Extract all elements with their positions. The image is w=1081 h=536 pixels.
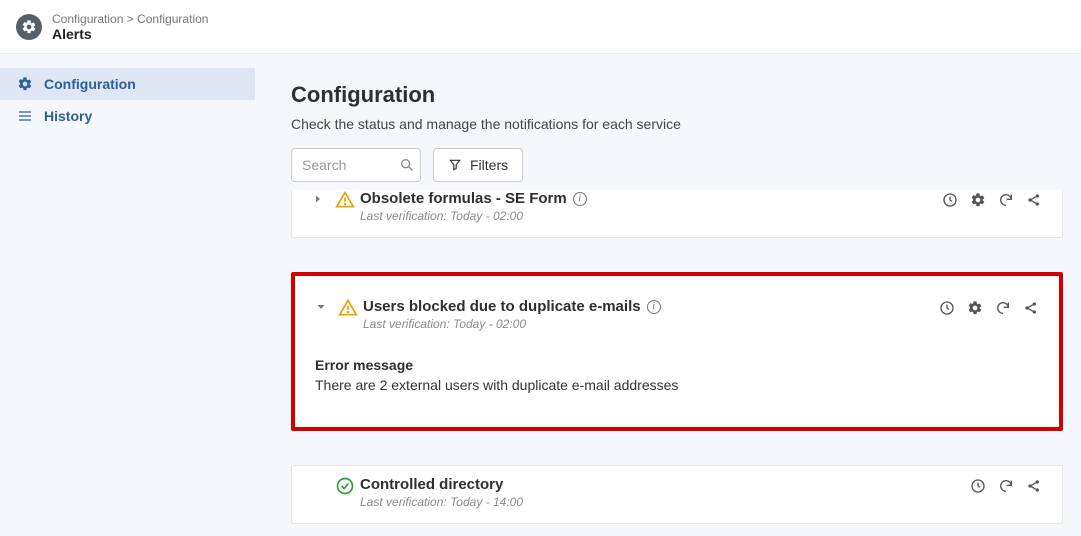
page-title: Alerts xyxy=(52,26,208,42)
expand-chevron[interactable] xyxy=(312,190,330,205)
refresh-action[interactable] xyxy=(998,478,1014,494)
clock-icon xyxy=(939,300,955,316)
share-action[interactable] xyxy=(1026,478,1042,494)
main-title: Configuration xyxy=(291,82,1063,108)
refresh-action[interactable] xyxy=(998,192,1014,208)
last-verification-label: Last verification: xyxy=(360,209,447,223)
schedule-action[interactable] xyxy=(939,300,955,316)
search-box xyxy=(291,148,421,182)
collapse-chevron[interactable] xyxy=(315,298,333,313)
settings-action[interactable] xyxy=(970,192,986,208)
filters-label: Filters xyxy=(470,157,508,173)
share-icon xyxy=(1026,478,1042,494)
sidebar-item-label: History xyxy=(44,108,92,124)
clock-icon xyxy=(942,192,958,208)
chevron-down-icon xyxy=(315,301,327,313)
filters-button[interactable]: Filters xyxy=(433,148,523,182)
status-icon-warning xyxy=(330,190,360,210)
filter-icon xyxy=(448,158,462,172)
alert-card-blocked-users: Users blocked due to duplicate e-mails i… xyxy=(291,272,1063,431)
warning-triangle-icon xyxy=(335,190,355,210)
check-circle-icon xyxy=(335,476,355,496)
list-icon xyxy=(16,108,34,124)
chevron-right-icon xyxy=(312,193,324,205)
refresh-icon xyxy=(998,478,1014,494)
settings-action[interactable] xyxy=(967,300,983,316)
status-icon-warning xyxy=(333,298,363,318)
last-verification-value: Today - 02:00 xyxy=(453,317,526,331)
clock-icon xyxy=(970,478,986,494)
schedule-action[interactable] xyxy=(942,192,958,208)
sidebar: Configuration History xyxy=(0,54,255,536)
info-icon[interactable]: i xyxy=(573,192,587,206)
main-description: Check the status and manage the notifica… xyxy=(291,116,1063,132)
error-message-label: Error message xyxy=(315,357,1039,373)
alert-title: Users blocked due to duplicate e-mails xyxy=(363,298,641,315)
schedule-action[interactable] xyxy=(970,478,986,494)
top-header: Configuration > Configuration Alerts xyxy=(0,0,1081,54)
share-action[interactable] xyxy=(1023,300,1039,316)
breadcrumb: Configuration > Configuration xyxy=(52,12,208,26)
main-panel: Configuration Check the status and manag… xyxy=(255,54,1081,536)
info-icon[interactable]: i xyxy=(647,300,661,314)
sidebar-item-configuration[interactable]: Configuration xyxy=(0,68,255,100)
gear-icon xyxy=(21,19,37,35)
share-action[interactable] xyxy=(1026,192,1042,208)
last-verification-value: Today - 02:00 xyxy=(450,209,523,223)
gear-icon xyxy=(967,300,983,316)
gear-icon xyxy=(970,192,986,208)
app-icon xyxy=(16,14,42,40)
warning-triangle-icon xyxy=(338,298,358,318)
share-icon xyxy=(1026,192,1042,208)
alert-card-obsolete-formulas: Obsolete formulas - SE Form i Last verif… xyxy=(291,190,1063,238)
alert-title: Controlled directory xyxy=(360,476,503,493)
last-verification-label: Last verification: xyxy=(360,495,447,509)
refresh-action[interactable] xyxy=(995,300,1011,316)
gear-icon xyxy=(16,76,34,92)
alert-card-controlled-directory: Controlled directory Last verification: … xyxy=(291,465,1063,524)
error-message-text: There are 2 external users with duplicat… xyxy=(315,377,1039,393)
alert-title: Obsolete formulas - SE Form xyxy=(360,190,567,207)
last-verification-label: Last verification: xyxy=(363,317,450,331)
status-icon-ok xyxy=(330,476,360,496)
share-icon xyxy=(1023,300,1039,316)
sidebar-item-history[interactable]: History xyxy=(0,100,255,132)
sidebar-item-label: Configuration xyxy=(44,76,136,92)
search-input[interactable] xyxy=(291,148,421,182)
last-verification-value: Today - 14:00 xyxy=(450,495,523,509)
refresh-icon xyxy=(998,192,1014,208)
refresh-icon xyxy=(995,300,1011,316)
